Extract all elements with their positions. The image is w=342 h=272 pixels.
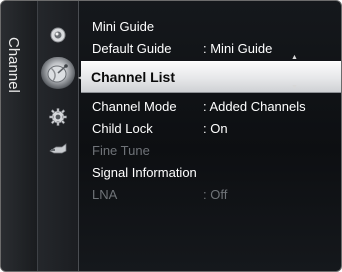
category-tab: Channel <box>1 1 38 271</box>
menu-item-label: LNA <box>92 187 118 202</box>
menu-item-channel-list[interactable]: Channel List <box>81 61 341 93</box>
menu-item-signal-information[interactable]: Signal Information <box>81 162 341 184</box>
menu-item-value: : On <box>203 121 228 136</box>
settings-gear-icon[interactable] <box>48 107 68 127</box>
menu-item-lna: LNA : Off <box>81 184 341 206</box>
menu-item-value: : Mini Guide <box>203 41 273 56</box>
menu-item-value: : Off <box>203 187 228 202</box>
menu-item-label: Child Lock <box>92 121 153 136</box>
menu-item-label: Channel Mode <box>92 99 177 114</box>
picture-icon[interactable] <box>48 25 68 45</box>
input-icon[interactable] <box>48 139 68 159</box>
scroll-up-indicator-icon: ▲ <box>291 54 298 61</box>
menu-item-child-lock[interactable]: Child Lock : On <box>81 118 341 140</box>
menu-item-label: Mini Guide <box>92 19 155 34</box>
tv-menu-window: Channel Mini Guide Default Guide: Mini … <box>0 0 342 272</box>
scroll-down-indicator-icon: ▼ <box>291 84 298 91</box>
category-icon-column <box>38 1 79 271</box>
menu-item-mini-guide[interactable]: Mini Guide <box>81 16 341 38</box>
menu-item-channel-mode[interactable]: Channel Mode : Added Channels <box>81 96 341 118</box>
menu-item-default-guide[interactable]: Default Guide : Mini Guide <box>81 38 341 60</box>
menu-item-value: : Added Channels <box>203 99 306 114</box>
menu-item-label: Fine Tune <box>92 143 150 158</box>
menu-item-label: Signal Information <box>92 165 197 180</box>
channel-menu: Mini Guide Default Guide : Mini Guide ▲ … <box>81 1 341 271</box>
channel-dish-icon[interactable] <box>41 57 75 89</box>
menu-item-fine-tune: Fine Tune <box>81 140 341 162</box>
menu-item-label: Default Guide <box>92 41 172 56</box>
menu-item-label: Channel List <box>91 69 176 85</box>
category-title: Channel <box>5 37 22 93</box>
